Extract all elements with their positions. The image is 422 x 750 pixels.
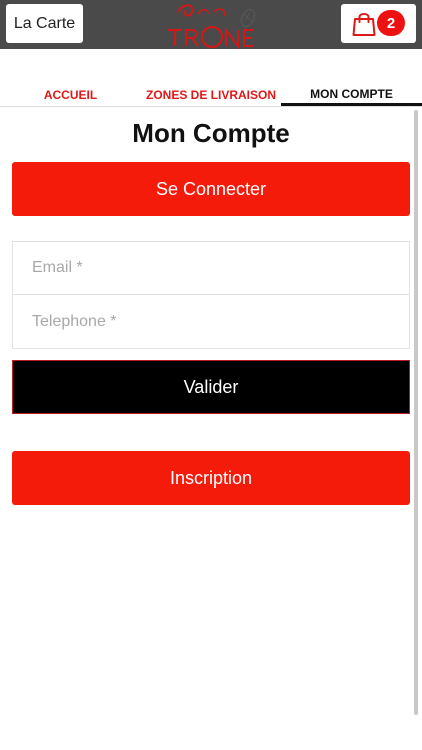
app-root: La Carte 2 ACCUEIL ZONES DE LIVRAISON MO…: [0, 0, 422, 750]
validate-button[interactable]: Valider: [12, 360, 410, 414]
crown-logo-icon: [164, 0, 260, 49]
validate-button-label: Valider: [183, 376, 239, 397]
page-title: Mon Compte: [132, 118, 290, 148]
menu-button-label: La Carte: [13, 14, 76, 32]
phone-field[interactable]: [12, 295, 410, 349]
scrollbar[interactable]: [414, 110, 418, 715]
menu-button[interactable]: La Carte: [6, 4, 83, 43]
register-button-label: Inscription: [169, 467, 253, 488]
register-button[interactable]: Inscription: [12, 451, 410, 505]
cart-count-badge: 2: [377, 10, 405, 36]
tab-zones-de-livraison[interactable]: ZONES DE LIVRAISON: [141, 84, 281, 106]
cart-button[interactable]: 2: [341, 4, 416, 43]
shopping-bag-icon: [352, 11, 376, 37]
tab-bar: ACCUEIL ZONES DE LIVRAISON MON COMPTE: [0, 84, 422, 107]
tab-accueil[interactable]: ACCUEIL: [0, 84, 141, 106]
top-bar: La Carte 2: [0, 0, 422, 49]
tab-mon-compte[interactable]: MON COMPTE: [281, 84, 422, 106]
email-field[interactable]: [12, 241, 410, 295]
login-button[interactable]: Se Connecter: [12, 162, 410, 216]
login-button-label: Se Connecter: [155, 178, 267, 199]
